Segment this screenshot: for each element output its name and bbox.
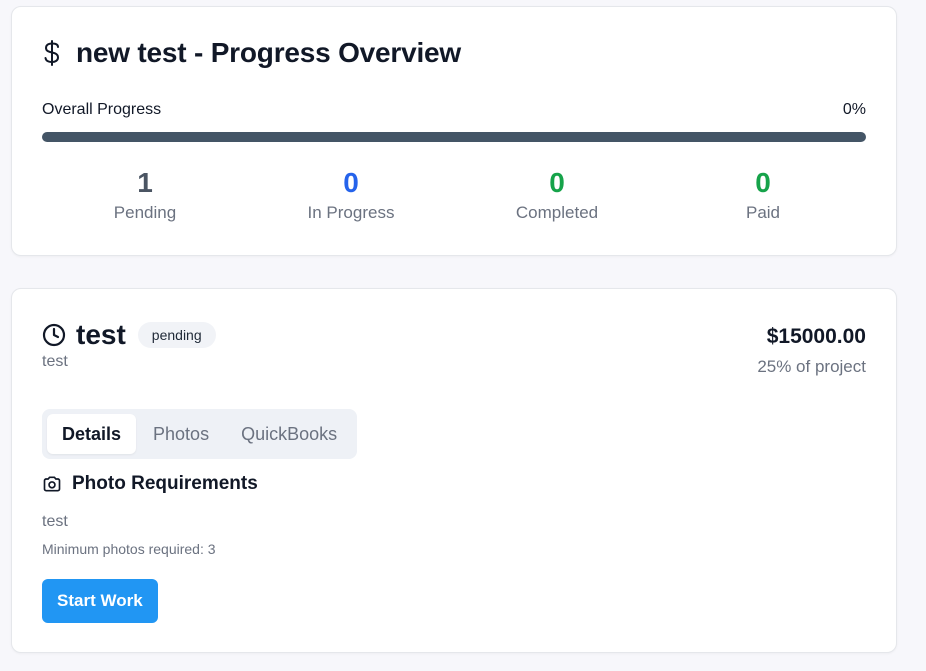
photo-requirements-header: Photo Requirements xyxy=(42,473,258,495)
stat-completed: 0 Completed xyxy=(454,167,660,223)
photo-requirements-title: Photo Requirements xyxy=(72,473,258,494)
stat-in-progress: 0 In Progress xyxy=(248,167,454,223)
stat-label: Paid xyxy=(745,203,781,222)
milestone-card: test pending test $15000.00 25% of proje… xyxy=(11,288,897,653)
milestone-description: test xyxy=(42,353,68,370)
milestone-header: test pending xyxy=(42,319,216,351)
start-work-button[interactable]: Start Work xyxy=(42,579,158,623)
overall-progress-bar xyxy=(42,132,866,142)
clock-icon xyxy=(42,323,66,347)
stat-value: 0 xyxy=(755,167,771,198)
minimum-photos-text: Minimum photos required: 3 xyxy=(42,541,216,557)
stat-paid: 0 Paid xyxy=(660,167,866,223)
milestone-title: test xyxy=(76,319,126,350)
tab-details[interactable]: Details xyxy=(47,414,137,454)
milestone-amount: $15000.00 xyxy=(766,325,866,348)
stat-pending: 1 Pending xyxy=(42,167,248,223)
overview-header: new test - Progress Overview xyxy=(42,37,461,69)
dollar-icon xyxy=(42,39,62,67)
tab-photos[interactable]: Photos xyxy=(138,414,224,454)
stat-label: Pending xyxy=(113,203,177,222)
status-badge: pending xyxy=(137,322,216,348)
status-stats: 1 Pending 0 In Progress 0 Completed 0 Pa… xyxy=(42,167,866,223)
page-title: new test - Progress Overview xyxy=(76,37,462,68)
stat-value: 0 xyxy=(549,167,565,198)
tab-quickbooks[interactable]: QuickBooks xyxy=(226,414,352,454)
overall-progress-percent: 0% xyxy=(842,101,866,118)
overall-progress-row: Overall Progress 0% xyxy=(42,101,866,119)
milestone-project-share: 25% of project xyxy=(757,357,866,376)
stat-value: 1 xyxy=(137,167,153,198)
milestone-tabs: Details Photos QuickBooks xyxy=(42,409,358,459)
progress-overview-card: new test - Progress Overview Overall Pro… xyxy=(11,6,897,256)
stat-label: Completed xyxy=(515,203,599,222)
overall-progress-label: Overall Progress xyxy=(42,101,162,118)
photo-requirements-description: test xyxy=(42,513,68,530)
stat-label: In Progress xyxy=(307,203,395,222)
stat-value: 0 xyxy=(343,167,359,198)
camera-icon xyxy=(42,474,62,494)
